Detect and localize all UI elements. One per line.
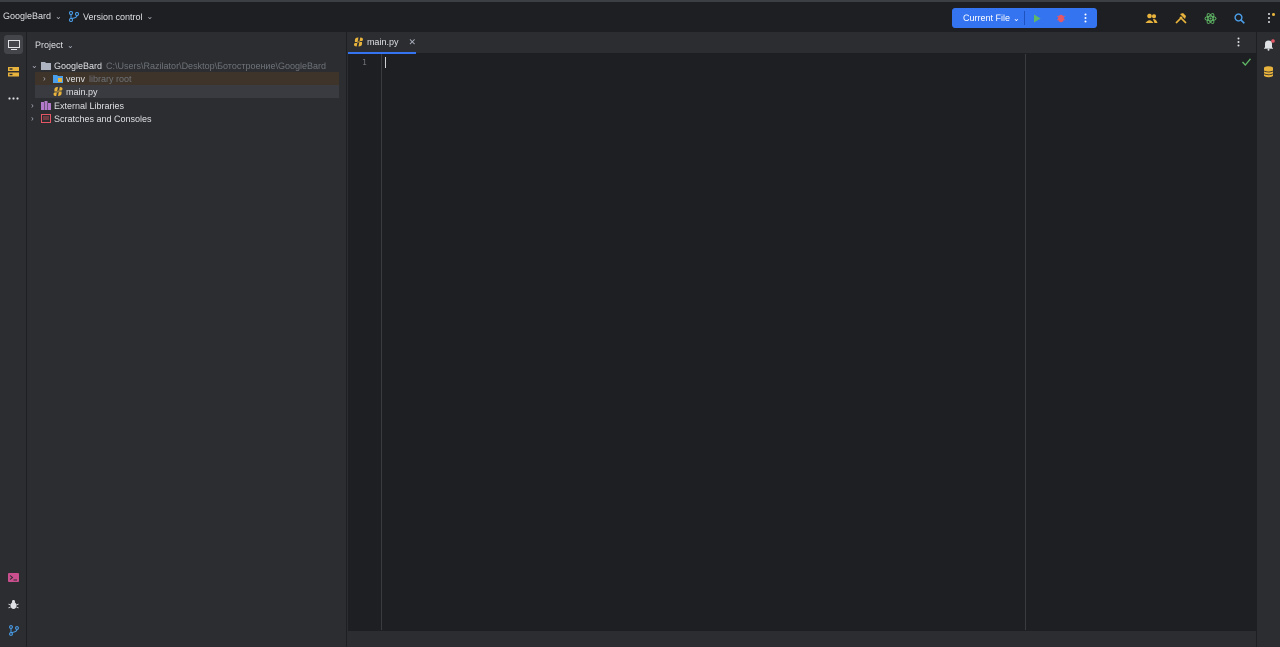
git-tool-button[interactable] [4,621,23,640]
tree-venv-hint: library root [89,73,132,84]
debug-icon [1056,14,1066,23]
left-tool-strip [0,32,27,647]
tree-file-name: main.py [66,86,98,97]
chevron-right-icon: › [43,74,46,83]
chevron-down-icon: ⌄ [146,12,154,21]
more-vertical-icon [1268,13,1275,23]
python-file-icon [53,87,63,96]
tree-item-external-libraries[interactable]: › External Libraries [31,99,124,112]
atom-icon [1204,12,1216,24]
branch-icon [69,11,79,22]
chevron-right-icon: › [31,114,34,123]
settings-menu-button[interactable] [1264,11,1278,25]
right-tool-strip [1256,32,1280,647]
run-button[interactable] [1025,8,1049,28]
build-tools-button[interactable] [1174,11,1188,25]
close-icon[interactable]: ✕ [408,37,416,48]
python-packages-button[interactable] [4,595,23,614]
run-config-selector[interactable]: Current File ⌄ [952,13,1024,23]
run-config-label: Current File [963,13,1011,23]
python-file-icon [354,37,363,47]
editor-tab-main-py[interactable]: main.py ✕ [348,32,416,54]
project-icon [7,39,20,50]
project-panel-header[interactable]: Project ⌄ [35,40,74,50]
checkmark-icon [1242,58,1251,66]
chevron-down-icon: ⌄ [55,11,62,21]
project-panel: Project ⌄ ⌄ GoogleBard C:\Users\Razilato… [27,32,347,647]
tab-options-button[interactable] [1237,37,1240,49]
git-icon [8,625,19,636]
structure-tool-button[interactable] [4,62,23,81]
tree-item-scratches[interactable]: › Scratches and Consoles [31,112,152,125]
library-icon [41,101,51,110]
debug-button[interactable] [1049,8,1073,28]
project-panel-title: Project [35,40,64,50]
search-icon [1233,12,1245,24]
database-tool-button[interactable] [1263,66,1274,80]
people-icon [1145,13,1157,23]
database-icon [1263,66,1274,78]
chevron-down-icon: ⌄ [67,40,74,50]
project-name: GoogleBard [3,11,52,21]
structure-icon [8,66,19,76]
version-control-menu[interactable]: Version control ⌄ [69,11,153,22]
status-bar [348,630,1256,647]
vcs-label: Version control [83,11,143,22]
tree-scratches-label: Scratches and Consoles [54,113,152,124]
more-vertical-icon [1084,13,1086,23]
chevron-right-icon: › [31,101,34,110]
tree-item-venv[interactable]: › venv library root [35,72,339,85]
bug-icon [8,600,19,609]
ai-assistant-button[interactable] [1203,11,1217,25]
project-switcher[interactable]: GoogleBard ⌄ [3,11,62,21]
more-tools-button[interactable] [4,89,23,108]
more-vertical-icon [1237,37,1240,47]
terminal-icon [8,573,19,582]
chevron-down-icon: ⌄ [31,61,38,70]
text-caret [385,57,386,68]
code-editor[interactable]: 1 [348,54,1256,630]
main-toolbar: GoogleBard ⌄ Version control ⌄ Current F… [0,0,1280,32]
folder-icon [41,62,51,70]
library-folder-icon [53,75,63,83]
line-number: 1 [362,58,367,67]
code-with-me-button[interactable] [1144,11,1158,25]
play-icon [1034,14,1041,22]
more-horizontal-icon [8,97,19,100]
right-margin-guide [1025,54,1026,630]
editor-gutter: 1 [348,54,382,630]
tree-item-main-py[interactable]: main.py [35,85,339,98]
notifications-button[interactable] [1263,39,1275,53]
editor-tab-label: main.py [366,37,399,47]
search-button[interactable] [1232,11,1246,25]
scratches-icon [41,114,51,123]
project-tool-button[interactable] [4,35,23,54]
tree-item-root[interactable]: ⌄ GoogleBard C:\Users\Razilator\Desktop\… [31,59,343,72]
terminal-tool-button[interactable] [4,568,23,587]
inspection-status[interactable] [1242,58,1251,68]
tree-root-path: C:\Users\Razilator\Desktop\Ботостроение\… [106,60,326,71]
tree-root-name: GoogleBard [54,60,103,71]
run-more-button[interactable] [1073,8,1097,28]
chevron-down-icon: ⌄ [1013,13,1020,23]
notifications-icon [1264,39,1275,51]
tree-external-libraries-label: External Libraries [54,100,125,111]
editor-tab-bar: main.py ✕ [348,32,1256,54]
tree-venv-name: venv [66,73,86,84]
run-widget: Current File ⌄ [952,8,1097,28]
hammer-icon [1175,13,1187,24]
